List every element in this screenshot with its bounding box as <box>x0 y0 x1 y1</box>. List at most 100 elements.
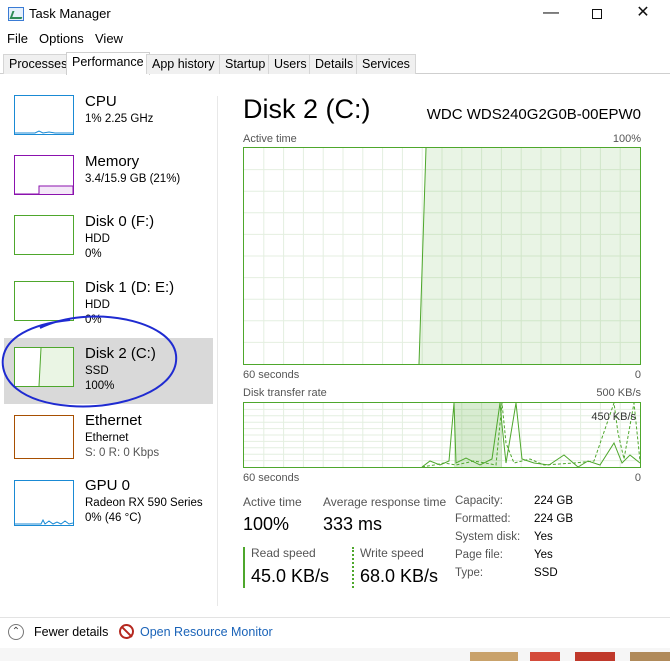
type-value: SSD <box>534 567 558 579</box>
resource-detail: 3.4/15.9 GB (21%) <box>85 173 181 185</box>
resource-model: Radeon RX 590 Series <box>85 497 203 509</box>
resource-disk-0[interactable]: Disk 0 (F:) HDD 0% <box>4 213 213 281</box>
active-time-graph-max: 100% <box>612 133 641 145</box>
fewer-details-button[interactable]: Fewer details <box>34 625 108 639</box>
ethernet-thumbnail-graph <box>14 415 74 459</box>
maximize-button[interactable] <box>574 0 620 28</box>
task-manager-icon <box>8 7 24 21</box>
page-file-value: Yes <box>534 549 553 561</box>
disk-model: WDC WDS240G2G0B-00EPW0 <box>426 106 641 123</box>
page-file-label: Page file: <box>455 549 503 561</box>
transfer-rate-chart <box>244 403 640 467</box>
resource-throughput: S: 0 R: 0 Kbps <box>85 447 160 459</box>
disk-title: Disk 2 (C:) <box>243 94 371 124</box>
resource-name: Memory <box>85 153 140 170</box>
read-speed-indicator <box>243 547 245 588</box>
desktop-background-strip <box>0 648 670 661</box>
active-time-value: 100% <box>243 514 290 534</box>
active-time-timespan: 60 seconds <box>243 369 300 381</box>
background-fragment <box>575 652 615 661</box>
system-disk-value: Yes <box>534 531 553 543</box>
active-time-label: Active time <box>243 495 302 509</box>
avg-response-label: Average response time <box>323 495 447 509</box>
window-title: Task Manager <box>29 6 111 21</box>
active-time-graph <box>243 147 641 365</box>
capacity-value: 224 GB <box>534 495 573 507</box>
chevron-up-icon[interactable]: ⌃ <box>8 624 24 640</box>
write-speed-label: Write speed <box>360 546 424 560</box>
tab-performance[interactable]: Performance <box>66 52 150 75</box>
tab-app-history[interactable]: App history <box>146 54 221 74</box>
minimize-button[interactable]: — <box>528 0 574 28</box>
resource-usage: 0% <box>85 314 102 326</box>
type-label: Type: <box>455 567 484 579</box>
title-bar: Task Manager — ✕ <box>0 0 670 28</box>
active-time-graph-min: 0 <box>634 369 641 381</box>
disk2-thumbnail-graph <box>14 347 74 387</box>
cpu-thumbnail-graph <box>14 95 74 135</box>
resource-name: Disk 0 (F:) <box>85 213 155 230</box>
resource-detail: 1% 2.25 GHz <box>85 113 154 125</box>
menu-view[interactable]: View <box>95 31 123 46</box>
write-speed-value: 68.0 KB/s <box>360 566 439 586</box>
disk1-thumbnail-graph <box>14 281 74 321</box>
read-speed-label: Read speed <box>251 546 316 560</box>
resource-usage: 0% <box>85 248 102 260</box>
resource-usage: 100% <box>85 380 115 392</box>
menu-options[interactable]: Options <box>39 31 84 46</box>
maximize-icon <box>592 9 602 19</box>
cpu-sparkline <box>15 130 73 134</box>
background-fragment <box>630 652 670 661</box>
resource-ethernet[interactable]: Ethernet Ethernet S: 0 R: 0 Kbps <box>4 412 213 480</box>
active-time-chart <box>244 148 640 364</box>
formatted-label: Formatted: <box>455 513 511 525</box>
panel-divider[interactable] <box>217 96 218 606</box>
tab-strip: Processes Performance App history Startu… <box>0 52 670 75</box>
tab-processes[interactable]: Processes <box>3 54 74 74</box>
resource-name: CPU <box>85 93 117 110</box>
gpu-sparkline <box>15 518 73 525</box>
tab-details[interactable]: Details <box>309 54 360 74</box>
resource-name: GPU 0 <box>85 477 131 494</box>
resource-type: HDD <box>85 233 110 245</box>
resource-name: Ethernet <box>85 412 142 429</box>
capacity-label: Capacity: <box>455 495 503 507</box>
footer-bar: ⌃ Fewer details Open Resource Monitor <box>0 617 670 647</box>
resource-name: Disk 1 (D: E:) <box>85 279 175 296</box>
resource-monitor-icon[interactable] <box>119 624 134 639</box>
active-time-graph-label: Active time <box>243 133 297 145</box>
close-button[interactable]: ✕ <box>620 0 666 28</box>
transfer-rate-timespan: 60 seconds <box>243 472 300 484</box>
resource-gpu-0[interactable]: GPU 0 Radeon RX 590 Series 0% (46 °C) <box>4 477 213 545</box>
resource-memory[interactable]: Memory 3.4/15.9 GB (21%) <box>4 153 213 221</box>
transfer-rate-marker: 450 KB/s <box>591 411 636 423</box>
write-speed-indicator <box>352 547 354 588</box>
avg-response-value: 333 ms <box>323 514 383 534</box>
resource-usage: 0% (46 °C) <box>85 512 142 524</box>
memory-thumbnail-graph <box>14 155 74 195</box>
tab-users[interactable]: Users <box>268 54 313 74</box>
tab-services[interactable]: Services <box>356 54 416 74</box>
transfer-rate-graph-min: 0 <box>634 472 641 484</box>
disk2-sparkline <box>38 348 73 386</box>
background-fragment <box>470 652 518 661</box>
active-time-fill <box>419 148 640 364</box>
disk0-thumbnail-graph <box>14 215 74 255</box>
resource-name: Disk 2 (C:) <box>85 345 156 362</box>
resource-type: Ethernet <box>85 432 129 444</box>
formatted-value: 224 GB <box>534 513 573 525</box>
resource-type: HDD <box>85 299 110 311</box>
resource-disk-2[interactable]: Disk 2 (C:) SSD 100% <box>4 338 213 404</box>
background-fragment <box>530 652 560 661</box>
transfer-rate-graph: 450 KB/s <box>243 402 641 468</box>
read-speed-value: 45.0 KB/s <box>251 566 330 586</box>
gpu-thumbnail-graph <box>14 480 74 526</box>
resource-cpu[interactable]: CPU 1% 2.25 GHz <box>4 93 213 161</box>
transfer-rate-graph-label: Disk transfer rate <box>243 387 327 399</box>
menu-file[interactable]: File <box>7 31 28 46</box>
resource-type: SSD <box>85 365 109 377</box>
memory-sparkline <box>15 185 73 194</box>
open-resource-monitor-link[interactable]: Open Resource Monitor <box>140 625 273 639</box>
resource-list: CPU 1% 2.25 GHz Memory 3.4/15.9 GB (21%)… <box>0 80 216 608</box>
tab-startup[interactable]: Startup <box>219 54 272 74</box>
